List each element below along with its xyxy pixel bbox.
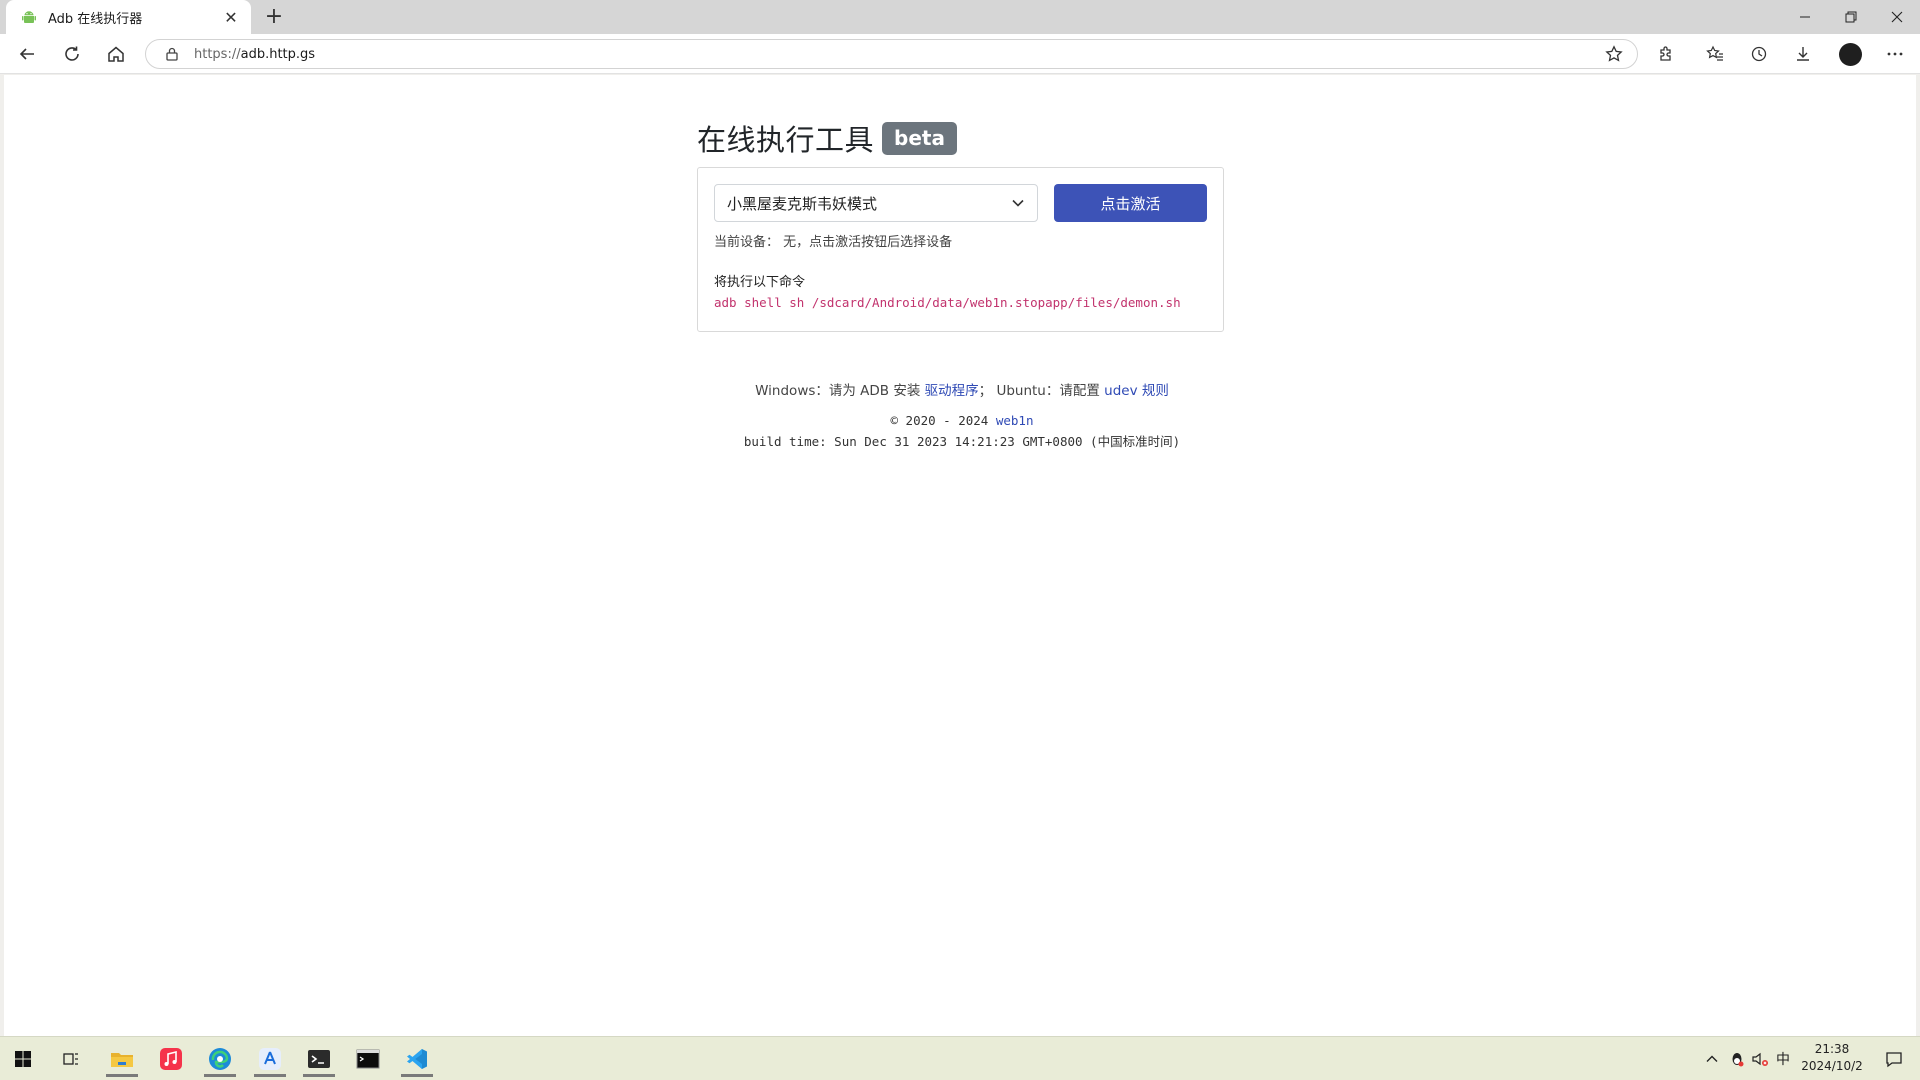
extensions-icon[interactable] — [1652, 40, 1682, 68]
ubuntu-hint: ； Ubuntu：请配置 — [978, 383, 1105, 399]
command-text: adb shell sh /sdcard/Android/data/web1n.… — [714, 295, 1181, 310]
file-explorer-icon[interactable] — [102, 1041, 142, 1077]
mode-select[interactable]: 小黑屋麦克斯韦妖模式 — [714, 184, 1038, 222]
address-bar[interactable]: https://adb.http.gs — [145, 39, 1638, 69]
restore-icon[interactable] — [1828, 0, 1874, 34]
copyright-text: © 2020 - 2024 — [890, 413, 996, 428]
vscode-icon[interactable] — [397, 1041, 437, 1077]
back-icon[interactable] — [12, 40, 42, 68]
device-status: 当前设备： 无，点击激活按钮后选择设备 — [714, 235, 953, 250]
home-icon[interactable] — [101, 40, 131, 68]
browser-title-bar: Adb 在线执行器 ✕ + — [0, 0, 1920, 34]
new-tab-button[interactable]: + — [260, 4, 288, 30]
browser-toolbar: https://adb.http.gs — [0, 34, 1920, 74]
volume-muted-icon[interactable] — [1749, 1037, 1771, 1080]
task-view-icon[interactable] — [51, 1041, 91, 1077]
terminal-icon[interactable] — [299, 1041, 339, 1077]
activate-button[interactable]: 点击激活 — [1054, 184, 1207, 222]
history-icon[interactable] — [1744, 40, 1774, 68]
executor-card: 小黑屋麦克斯韦妖模式 点击激活 当前设备： 无，点击激活按钮后选择设备 将执行以… — [697, 167, 1224, 332]
favorite-star-icon[interactable] — [1599, 45, 1629, 63]
android-icon — [20, 8, 38, 26]
driver-link[interactable]: 驱动程序 — [925, 383, 979, 399]
url-protocol: https:// — [194, 46, 241, 62]
title-row: 在线执行工具 beta — [697, 118, 1227, 158]
chevron-up-icon[interactable] — [1700, 1037, 1724, 1080]
notification-icon[interactable] — [1874, 1037, 1914, 1080]
windows-hint: Windows：请为 ADB 安装 — [755, 383, 925, 399]
build-time: build time: Sun Dec 31 2023 14:21:23 GMT… — [743, 434, 1181, 449]
tab-close-icon[interactable]: ✕ — [221, 8, 241, 27]
refresh-icon[interactable] — [57, 40, 87, 68]
page-footer: Windows：请为 ADB 安装 驱动程序； Ubuntu：请配置 udev … — [597, 379, 1327, 450]
udev-rules-link[interactable]: udev 规则 — [1104, 383, 1169, 399]
taskbar: 中 21:38 2024/10/2 — [0, 1036, 1920, 1080]
tab-title: Adb 在线执行器 — [48, 11, 143, 27]
music-icon[interactable] — [151, 1041, 191, 1077]
chevron-down-icon — [1011, 199, 1025, 207]
qq-icon[interactable] — [1726, 1037, 1748, 1080]
driver-hint: Windows：请为 ADB 安装 驱动程序； Ubuntu：请配置 udev … — [597, 379, 1327, 399]
close-icon[interactable] — [1874, 0, 1920, 34]
favorites-icon[interactable] — [1700, 40, 1730, 68]
url-text[interactable]: https://adb.http.gs — [194, 47, 1599, 62]
beta-badge: beta — [882, 121, 957, 155]
author-link[interactable]: web1n — [996, 413, 1034, 428]
clock-time: 21:38 — [1814, 1042, 1850, 1056]
minimize-icon[interactable] — [1782, 0, 1828, 34]
clock-date: 2024/10/2 — [1801, 1059, 1863, 1073]
more-menu-icon[interactable] — [1880, 40, 1910, 68]
edge-icon[interactable] — [200, 1041, 240, 1077]
copyright: © 2020 - 2024 web1n — [597, 413, 1327, 428]
downloads-icon[interactable] — [1788, 40, 1818, 68]
page-title: 在线执行工具 — [697, 123, 875, 157]
mode-select-value: 小黑屋麦克斯韦妖模式 — [727, 194, 878, 213]
command-label: 将执行以下命令 — [714, 275, 806, 290]
page-viewport: 在线执行工具 beta 小黑屋麦克斯韦妖模式 点击激活 当前设备： 无，点击激活… — [4, 75, 1916, 1036]
url-host: adb.http.gs — [240, 46, 316, 62]
taskbar-clock[interactable]: 21:38 2024/10/2 — [1790, 1041, 1874, 1075]
main-content: 在线执行工具 beta 小黑屋麦克斯韦妖模式 点击激活 当前设备： 无，点击激活… — [697, 118, 1227, 332]
lock-icon[interactable] — [164, 47, 180, 61]
start-icon[interactable] — [3, 1041, 43, 1077]
app-store-icon[interactable] — [250, 1041, 290, 1077]
console-icon[interactable] — [348, 1041, 388, 1077]
browser-tab[interactable]: Adb 在线执行器 ✕ — [6, 0, 251, 34]
profile-avatar[interactable] — [1839, 43, 1862, 66]
